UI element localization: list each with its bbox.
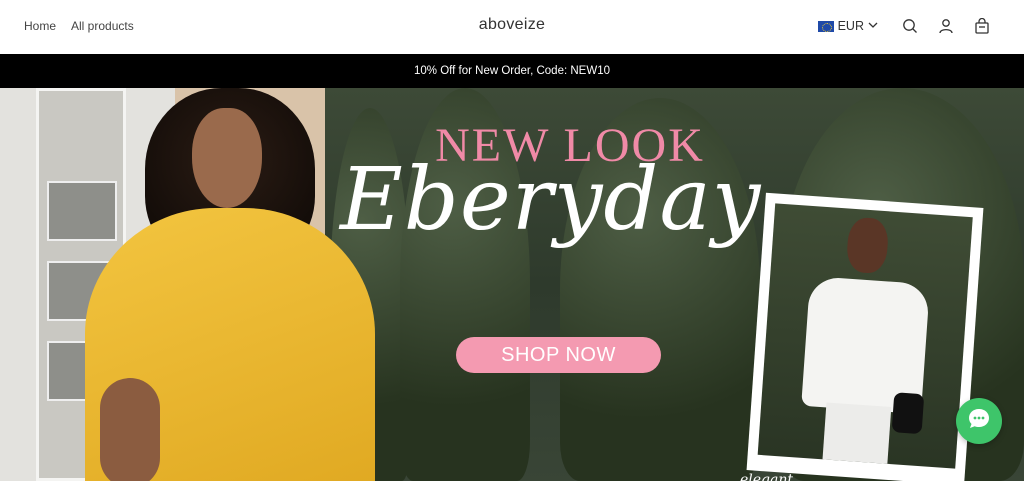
user-icon[interactable] [936, 16, 956, 36]
chat-button[interactable] [956, 398, 1002, 444]
shop-now-button[interactable]: SHOP NOW [456, 337, 661, 373]
eu-flag-icon [817, 20, 834, 32]
cart-icon[interactable] [972, 16, 992, 36]
search-icon[interactable] [900, 16, 920, 36]
polaroid-caption: elegant [740, 472, 793, 481]
header-tools: EUR [817, 16, 992, 36]
chat-bubble-icon [966, 406, 992, 437]
chevron-down-icon [868, 19, 878, 33]
hero-title-script: Eberyday [340, 150, 762, 250]
announcement-bar: 10% Off for New Order, Code: NEW10 [0, 54, 1024, 88]
currency-code: EUR [837, 19, 864, 33]
site-header: Home All products aboveize EUR [0, 0, 1024, 54]
hero-polaroid-image [746, 192, 984, 481]
currency-selector[interactable]: EUR [817, 19, 878, 33]
